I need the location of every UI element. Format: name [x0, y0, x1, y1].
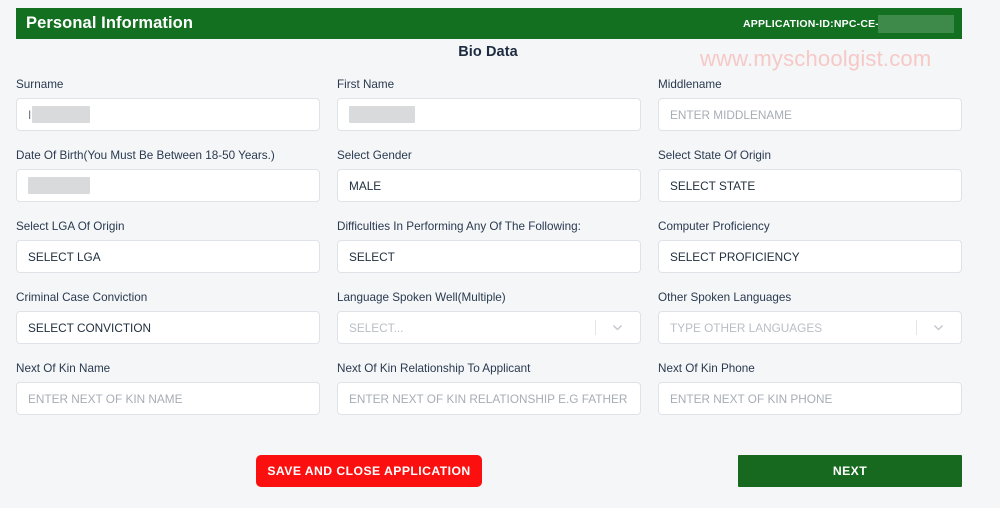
input-placeholder: ENTER MIDDLENAME — [670, 107, 792, 122]
application-id-container: APPLICATION-ID:NPC-CE- — [743, 8, 954, 39]
input-value-partial: I — [28, 107, 32, 122]
chevron-down-icon[interactable] — [933, 322, 944, 333]
multiselect-input[interactable]: TYPE OTHER LANGUAGES — [658, 311, 962, 344]
text-input[interactable]: ENTER NEXT OF KIN PHONE — [658, 382, 962, 415]
field-label: Other Spoken Languages — [658, 291, 792, 304]
form-field: Next Of Kin Relationship To Applicant ENT… — [337, 362, 641, 417]
text-input[interactable] — [337, 98, 641, 131]
field-label: Computer Proficiency — [658, 220, 770, 233]
field-label: Surname — [16, 78, 64, 91]
form-field: Middlename ENTER MIDDLENAME — [658, 78, 962, 133]
form-field: Criminal Case Conviction SELECT CONVICTIO… — [16, 291, 320, 346]
field-label: Difficulties In Performing Any Of The Fo… — [337, 220, 581, 233]
input-value: SELECT PROFICIENCY — [670, 249, 800, 264]
personal-information-header: Personal Information APPLICATION-ID:NPC-… — [16, 8, 962, 39]
select-input[interactable]: MALE — [337, 169, 641, 202]
input-value: SELECT STATE — [670, 178, 756, 193]
form-field: Other Spoken Languages TYPE OTHER LANGUAG… — [658, 291, 962, 346]
field-label: First Name — [337, 78, 395, 91]
input-value: SELECT CONVICTION — [28, 320, 152, 335]
input-value: SELECT LGA — [28, 249, 101, 264]
field-label: Select LGA Of Origin — [16, 220, 125, 233]
page-title: Personal Information — [26, 14, 194, 32]
form-field: Select LGA Of Origin SELECT LGA — [16, 220, 320, 275]
form-field: Select Gender MALE — [337, 149, 641, 204]
form-field: Language Spoken Well(Multiple) SELECT... — [337, 291, 641, 346]
input-value: MALE — [349, 178, 382, 193]
input-placeholder: ENTER NEXT OF KIN NAME — [28, 391, 183, 406]
chevron-down-icon[interactable] — [612, 322, 623, 333]
multiselect-placeholder: TYPE OTHER LANGUAGES — [670, 320, 823, 335]
application-id-redaction — [878, 14, 954, 33]
multiselect-toggle[interactable] — [916, 313, 960, 342]
form-field: First Name — [337, 78, 641, 133]
next-button[interactable]: NEXT — [738, 455, 962, 487]
text-input[interactable]: ENTER NEXT OF KIN NAME — [16, 382, 320, 415]
form-field: Difficulties In Performing Any Of The Fo… — [337, 220, 641, 275]
save-and-close-application-button[interactable]: SAVE AND CLOSE APPLICATION — [256, 455, 482, 487]
text-input[interactable]: ENTER NEXT OF KIN RELATIONSHIP E.G FATHE… — [337, 382, 641, 415]
field-label: Next Of Kin Name — [16, 362, 111, 375]
section-title-bio-data: Bio Data — [458, 44, 518, 60]
select-input[interactable]: SELECT STATE — [658, 169, 962, 202]
select-input[interactable]: SELECT LGA — [16, 240, 320, 273]
redaction-block — [28, 177, 90, 194]
input-value: SELECT — [349, 249, 395, 264]
field-label: Next Of Kin Relationship To Applicant — [337, 362, 531, 375]
select-input[interactable]: SELECT CONVICTION — [16, 311, 320, 344]
multiselect-input[interactable]: SELECT... — [337, 311, 641, 344]
input-placeholder: ENTER NEXT OF KIN PHONE — [670, 391, 833, 406]
select-input[interactable]: SELECT — [337, 240, 641, 273]
field-label: Select State Of Origin — [658, 149, 772, 162]
form-field: Select State Of Origin SELECT STATE — [658, 149, 962, 204]
select-input[interactable]: SELECT PROFICIENCY — [658, 240, 962, 273]
redaction-block — [32, 106, 91, 123]
input-placeholder: ENTER NEXT OF KIN RELATIONSHIP E.G FATHE… — [349, 391, 628, 406]
form-action-bar: SAVE AND CLOSE APPLICATION NEXT — [16, 455, 962, 487]
text-input[interactable]: I — [16, 98, 320, 131]
form-field: Surname I — [16, 78, 320, 133]
form-field: Next Of Kin Name ENTER NEXT OF KIN NAME — [16, 362, 320, 417]
multiselect-placeholder: SELECT... — [349, 320, 404, 335]
form-field: Next Of Kin Phone ENTER NEXT OF KIN PHONE — [658, 362, 962, 417]
divider — [916, 320, 917, 335]
divider — [595, 320, 596, 335]
form-field: Computer Proficiency SELECT PROFICIENCY — [658, 220, 962, 275]
multiselect-toggle[interactable] — [595, 313, 639, 342]
field-label: Date Of Birth(You Must Be Between 18-50 … — [16, 149, 275, 162]
field-label: Next Of Kin Phone — [658, 362, 755, 375]
application-id-label: APPLICATION-ID:NPC-CE- — [742, 17, 879, 30]
field-label: Language Spoken Well(Multiple) — [337, 291, 506, 304]
bio-data-form: Surname I First Name Middlename ENTER MIDDLE… — [16, 78, 962, 433]
field-label: Select Gender — [337, 149, 412, 162]
date-input[interactable] — [16, 169, 320, 202]
field-label: Criminal Case Conviction — [16, 291, 148, 304]
form-field: Date Of Birth(You Must Be Between 18-50 … — [16, 149, 320, 204]
redaction-block — [349, 106, 415, 123]
text-input[interactable]: ENTER MIDDLENAME — [658, 98, 962, 131]
field-label: Middlename — [658, 78, 722, 91]
